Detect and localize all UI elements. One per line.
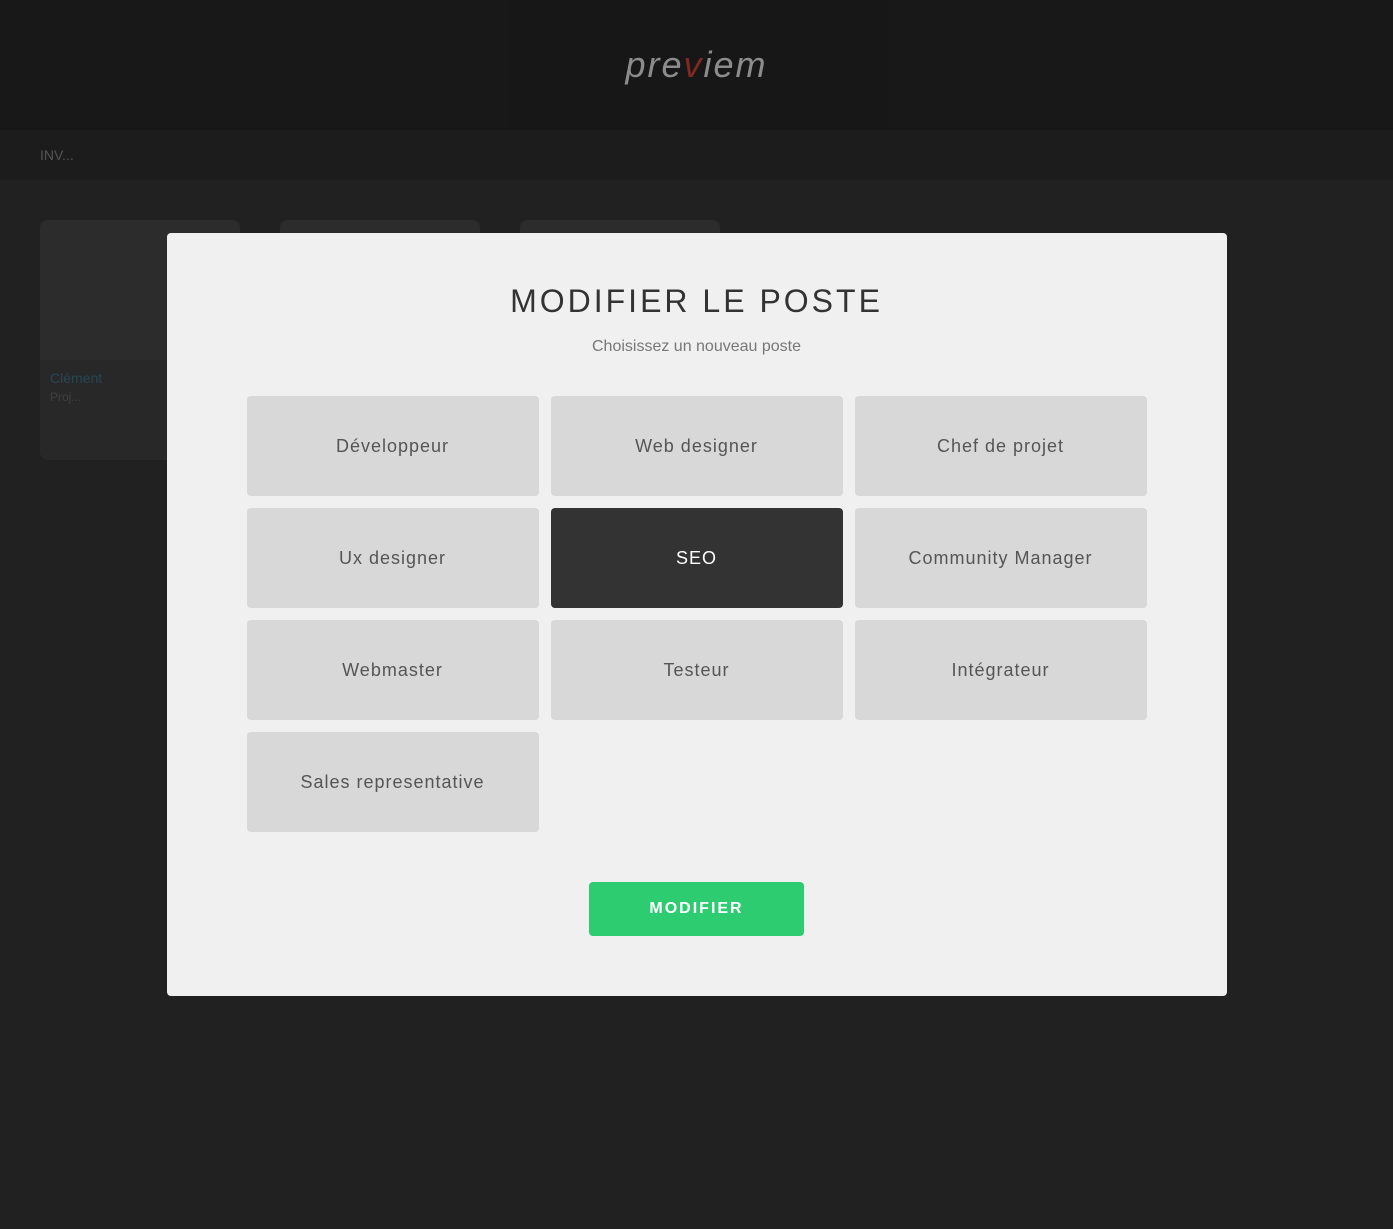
modal-subtitle: Choisissez un nouveau poste xyxy=(592,338,801,356)
role-btn-seo[interactable]: SEO xyxy=(551,508,843,608)
role-btn-testeur[interactable]: Testeur xyxy=(551,620,843,720)
role-btn-chef-de-projet[interactable]: Chef de projet xyxy=(855,396,1147,496)
modal-title: MODIFIER LE POSTE xyxy=(510,283,883,320)
role-btn-webmaster[interactable]: Webmaster xyxy=(247,620,539,720)
role-btn-community-manager[interactable]: Community Manager xyxy=(855,508,1147,608)
modifier-button[interactable]: MODIFIER xyxy=(589,882,803,936)
role-btn-web-designer[interactable]: Web designer xyxy=(551,396,843,496)
role-btn-ux-designer[interactable]: Ux designer xyxy=(247,508,539,608)
role-btn-developpeur[interactable]: Développeur xyxy=(247,396,539,496)
roles-grid: Développeur Web designer Chef de projet … xyxy=(247,396,1147,832)
modal-overlay: MODIFIER LE POSTE Choisissez un nouveau … xyxy=(0,0,1393,1229)
modal: MODIFIER LE POSTE Choisissez un nouveau … xyxy=(167,233,1227,996)
role-btn-integrateur[interactable]: Intégrateur xyxy=(855,620,1147,720)
role-btn-sales-representative[interactable]: Sales representative xyxy=(247,732,539,832)
